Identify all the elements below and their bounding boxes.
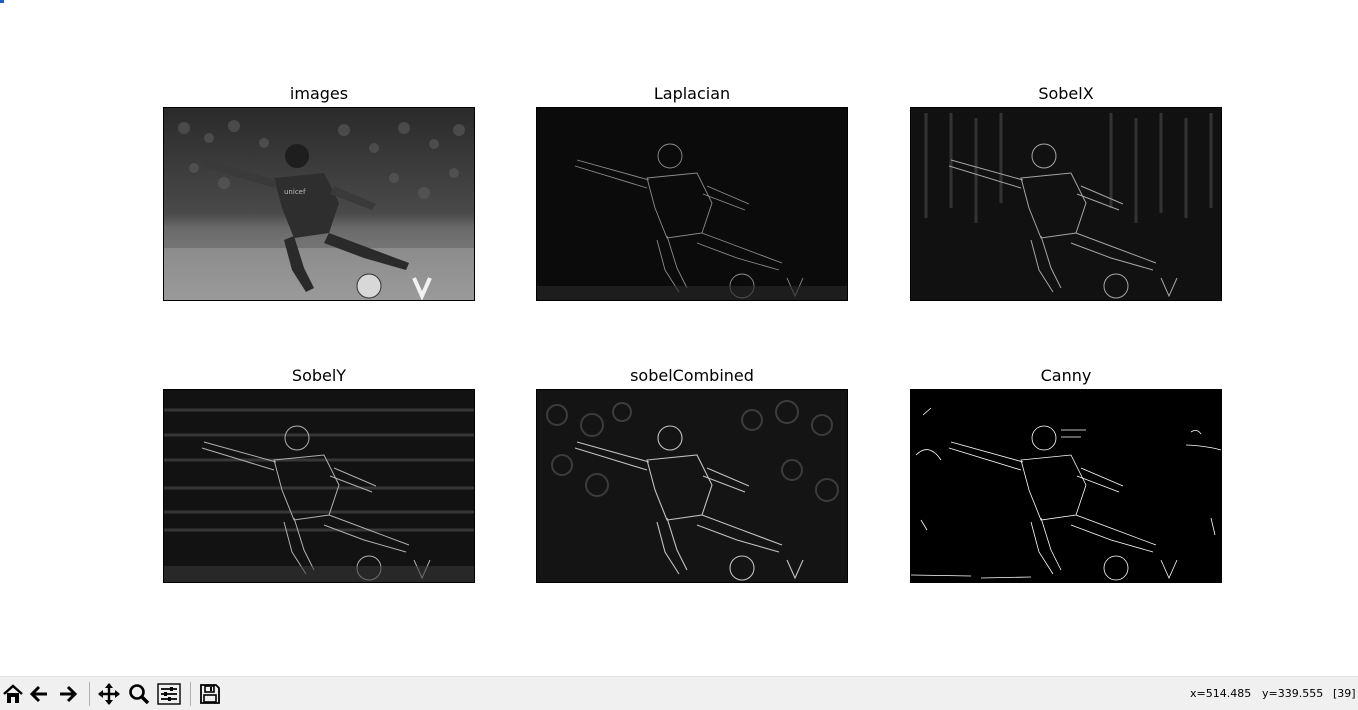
cursor-x-readout: x=514.485 <box>1190 687 1252 700</box>
forward-button[interactable] <box>55 681 81 707</box>
image-original-grayscale[interactable]: unicef <box>163 107 475 301</box>
forward-arrow-icon <box>60 685 78 703</box>
image-sobely-edges[interactable] <box>163 389 475 583</box>
save-icon <box>200 684 220 704</box>
window-icon-edge <box>0 0 4 3</box>
subplot-sobelx[interactable]: SobelX <box>910 84 1222 301</box>
home-button[interactable] <box>0 681 26 707</box>
subplot-title: Canny <box>1040 366 1092 385</box>
subplot-canny[interactable]: Canny <box>910 366 1222 583</box>
save-button[interactable] <box>197 681 223 707</box>
configure-subplots-button[interactable] <box>156 681 182 707</box>
cursor-y-readout: y=339.555 <box>1262 687 1324 700</box>
image-sobel-combined-edges[interactable] <box>536 389 848 583</box>
figure-window: images unicef Laplacian SobelX SobelY so… <box>0 0 1358 710</box>
navigation-toolbar: x=514.485 y=339.555 [39] <box>0 676 1358 710</box>
zoom-button[interactable] <box>126 681 152 707</box>
sliders-icon <box>157 683 181 705</box>
subplot-title: SobelY <box>291 366 347 385</box>
image-sobelx-edges[interactable] <box>910 107 1222 301</box>
home-icon <box>3 684 23 703</box>
figure-canvas[interactable]: images unicef Laplacian SobelX SobelY so… <box>0 0 1358 676</box>
image-laplacian-edges[interactable] <box>536 107 848 301</box>
image-canny-edges[interactable] <box>910 389 1222 583</box>
back-button[interactable] <box>26 681 52 707</box>
toolbar-separator <box>89 682 90 706</box>
subplot-title: sobelCombined <box>630 366 754 385</box>
subplot-title: SobelX <box>1038 84 1094 103</box>
subplot-laplacian[interactable]: Laplacian <box>536 84 848 301</box>
subplot-sobely[interactable]: SobelY <box>163 366 475 583</box>
toolbar-separator <box>190 682 191 706</box>
pan-button[interactable] <box>96 681 122 707</box>
subplot-title: Laplacian <box>653 84 731 103</box>
subplot-title: images <box>289 84 349 103</box>
pan-icon <box>98 683 120 705</box>
subplot-images[interactable]: images unicef <box>163 84 475 301</box>
back-arrow-icon <box>29 685 47 703</box>
zoom-icon <box>129 684 150 705</box>
svg-text:unicef: unicef <box>284 188 306 196</box>
pixel-value-readout: [39] <box>1333 687 1356 700</box>
subplot-sobelcombined[interactable]: sobelCombined <box>536 366 848 583</box>
